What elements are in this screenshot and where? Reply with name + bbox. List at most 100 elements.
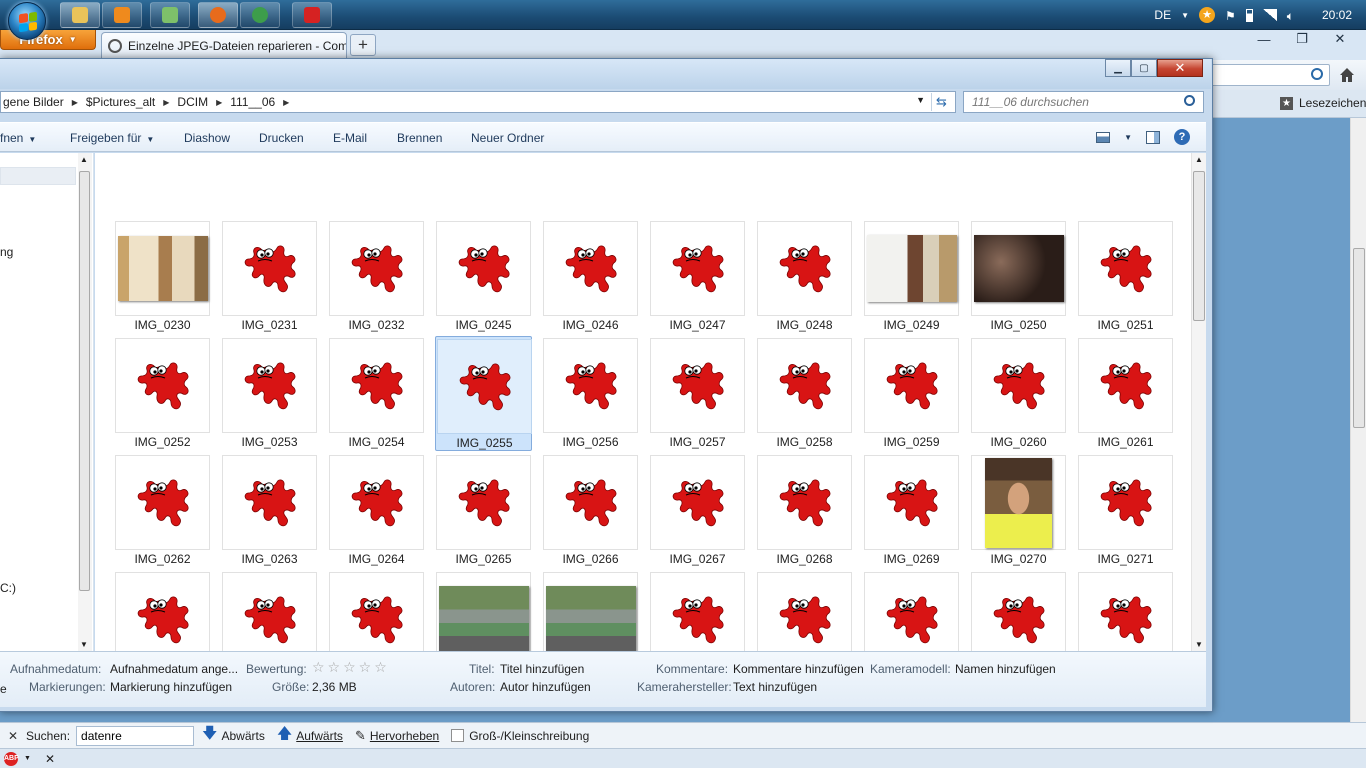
file-tile[interactable]: IMG_0270 — [970, 453, 1067, 568]
start-button[interactable] — [8, 2, 46, 40]
nav-selected-item[interactable] — [0, 167, 76, 185]
file-tile[interactable]: IMG_0230 — [114, 219, 211, 334]
file-tile[interactable]: IMG_0245 — [435, 219, 532, 334]
file-tile[interactable]: IMG_0255 — [435, 336, 532, 451]
close-findbar-icon[interactable]: ✕ — [0, 729, 26, 743]
explorer-minimize-button[interactable]: ▁ — [1105, 59, 1131, 77]
authors-value[interactable]: Autor hinzufügen — [500, 680, 591, 694]
file-tile[interactable]: IMG_0269 — [863, 453, 960, 568]
new-tab-button[interactable]: + — [350, 34, 376, 56]
taskbar-firefox-button[interactable] — [198, 2, 238, 28]
explorer-maximize-button[interactable]: ▢ — [1131, 59, 1157, 77]
command-neuer-ordner-button[interactable]: Neuer Ordner — [471, 131, 544, 145]
action-center-flag-icon[interactable]: ⚑ — [1225, 9, 1236, 23]
scroll-down-icon[interactable]: ▼ — [80, 640, 88, 649]
file-tile[interactable]: IMG_0256 — [542, 336, 639, 451]
language-indicator[interactable]: DE — [1154, 8, 1171, 22]
comments-value[interactable]: Kommentare hinzufügen — [733, 662, 864, 676]
file-tile[interactable]: IMG_0253 — [221, 336, 318, 451]
file-tile[interactable]: IMG_0246 — [542, 219, 639, 334]
camera-maker-value[interactable]: Text hinzufügen — [733, 680, 817, 694]
taskbar-media-player-button[interactable] — [102, 2, 142, 28]
match-case-label[interactable]: Groß-/Kleinschreibung — [469, 729, 589, 743]
breadcrumb-item[interactable]: DCIM — [177, 95, 208, 109]
search-icon[interactable] — [1184, 95, 1195, 106]
taskbar-control-panel-button[interactable] — [150, 2, 190, 28]
breadcrumb-separator-icon[interactable]: ▶ — [216, 98, 222, 107]
tags-value[interactable]: Markierung hinzufügen — [110, 680, 232, 694]
file-tile[interactable]: IMG_0249 — [863, 219, 960, 334]
file-tile[interactable]: IMG_0262 — [114, 453, 211, 568]
file-tile[interactable]: IMG_0251 — [1077, 219, 1174, 334]
breadcrumb-separator-icon[interactable]: ▶ — [283, 98, 289, 107]
command-freigeben-f-r-button[interactable]: Freigeben für ▼ — [70, 131, 154, 145]
file-tile[interactable]: IMG_0263 — [221, 453, 318, 568]
breadcrumb-item[interactable]: 111__06 — [230, 95, 275, 109]
preview-pane-icon[interactable] — [1146, 130, 1160, 144]
file-tile[interactable]: IMG_0264 — [328, 453, 425, 568]
title-value[interactable]: Titel hinzufügen — [500, 662, 584, 676]
file-tile[interactable]: IMG_0257 — [649, 336, 746, 451]
bookmarks-button[interactable]: ★ Lesezeichen — [1280, 96, 1366, 110]
file-tile[interactable]: IMG_0265 — [435, 453, 532, 568]
close-button[interactable]: ✕ — [1322, 30, 1358, 48]
taskbar-explorer-button[interactable] — [60, 2, 100, 28]
date-taken-value[interactable]: Aufnahmedatum ange... — [110, 662, 238, 676]
camera-model-value[interactable]: Namen hinzufügen — [955, 662, 1056, 676]
file-tile[interactable]: IMG_0231 — [221, 219, 318, 334]
file-tile[interactable]: IMG_0258 — [756, 336, 853, 451]
file-tile[interactable]: IMG_0272 — [114, 570, 211, 651]
file-tile[interactable]: IMG_0274 — [328, 570, 425, 651]
nav-scrollbar-thumb[interactable] — [79, 171, 90, 591]
breadcrumb-separator-icon[interactable]: ▶ — [72, 98, 78, 107]
address-bar[interactable]: gene Bilder ▶ $Pictures_alt ▶ DCIM ▶ 111__06 ▶ … — [0, 91, 956, 113]
command-e-mail-button[interactable]: E-Mail — [333, 131, 367, 145]
scroll-up-icon[interactable]: ▲ — [80, 155, 88, 164]
file-tile[interactable]: IMG_0271 — [1077, 453, 1174, 568]
file-tile[interactable]: IMG_0267 — [649, 453, 746, 568]
view-options-dropdown-icon[interactable]: ▼ — [1124, 133, 1132, 142]
command-diashow-button[interactable]: Diashow — [184, 131, 230, 145]
volume-icon[interactable]: 🔈︎ — [1287, 9, 1294, 23]
file-grid-scrollbar[interactable]: ▲ ▼ — [1191, 153, 1206, 651]
file-tile[interactable]: IMG_0232 — [328, 219, 425, 334]
adblock-icon[interactable]: ABP — [4, 751, 19, 766]
command-open-button[interactable]: fnen ▼ — [0, 131, 36, 145]
rating-stars[interactable]: ☆☆☆☆☆ — [312, 659, 390, 676]
clock[interactable]: 20:02 — [1322, 8, 1352, 22]
file-tile[interactable]: IMG_0247 — [649, 219, 746, 334]
change-view-icon[interactable] — [1096, 131, 1111, 143]
breadcrumb-item[interactable]: $Pictures_alt — [86, 95, 155, 109]
close-addon-bar-icon[interactable]: ✕ — [45, 752, 55, 766]
find-previous-button[interactable]: 🡅 Aufwärts — [277, 723, 343, 748]
nav-item-drive[interactable]: C:) — [0, 581, 16, 595]
home-icon[interactable] — [1338, 66, 1356, 84]
maximize-button[interactable]: ❐ — [1284, 30, 1320, 48]
file-grid-scrollbar-thumb[interactable] — [1193, 171, 1205, 321]
file-tile[interactable]: IMG_0254 — [328, 336, 425, 451]
command-brennen-button[interactable]: Brennen — [397, 131, 442, 145]
file-tile[interactable]: IMG_0275 — [435, 570, 532, 651]
file-tile[interactable]: IMG_0250 — [970, 219, 1067, 334]
adblock-dropdown-icon[interactable]: ▼ — [24, 755, 31, 762]
command-drucken-button[interactable]: Drucken — [259, 131, 304, 145]
highlight-all-button[interactable]: ✎ Hervorheben — [355, 728, 439, 744]
nav-item-fragment[interactable]: ng — [0, 245, 13, 259]
find-input[interactable] — [76, 725, 195, 746]
file-tile[interactable]: IMG_0261 — [1077, 336, 1174, 451]
file-tile[interactable]: IMG_0259 — [863, 336, 960, 451]
breadcrumb-item[interactable]: gene Bilder — [3, 95, 64, 109]
minimize-button[interactable]: — — [1246, 30, 1282, 48]
search-icon[interactable] — [1311, 68, 1323, 80]
taskbar-repair-tool-button[interactable] — [292, 2, 332, 28]
browser-tab[interactable]: Einzelne JPEG-Dateien reparieren - Com..… — [101, 32, 347, 58]
favorites-star-icon[interactable]: ★ — [1199, 7, 1215, 23]
file-tile[interactable]: IMG_0268 — [756, 453, 853, 568]
find-next-button[interactable]: 🡇 Abwärts — [202, 723, 265, 748]
file-tile[interactable]: IMG_0279 — [863, 570, 960, 651]
refresh-icon[interactable]: ⇆ — [931, 93, 951, 111]
file-tile[interactable]: IMG_0273 — [221, 570, 318, 651]
breadcrumb-separator-icon[interactable]: ▶ — [163, 98, 169, 107]
file-tile[interactable]: IMG_0260 — [970, 336, 1067, 451]
help-icon[interactable]: ? — [1174, 129, 1190, 145]
